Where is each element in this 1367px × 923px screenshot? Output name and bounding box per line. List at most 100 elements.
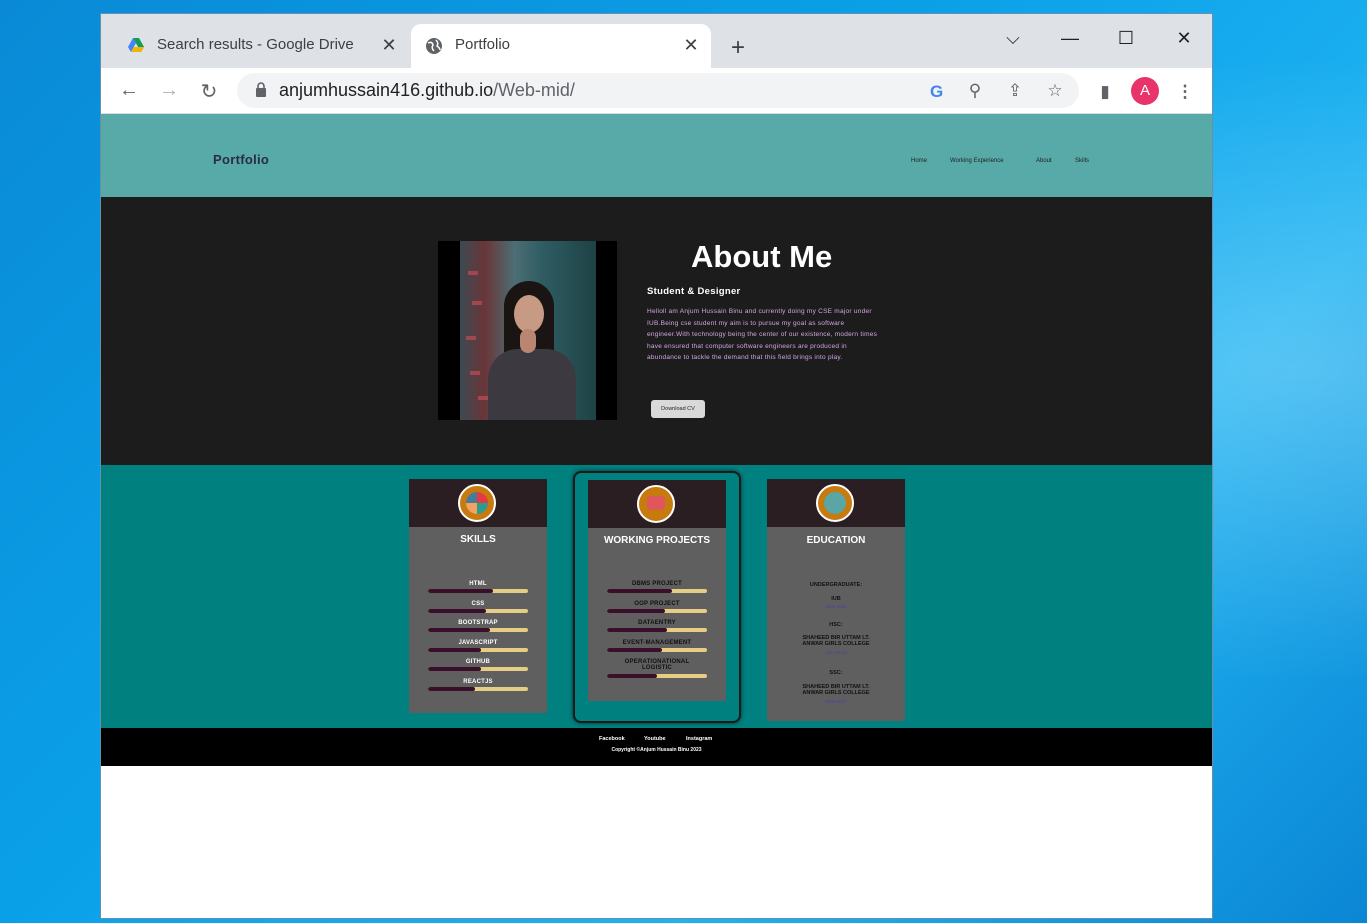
- profile-photo: [438, 241, 617, 420]
- edu-undergrad-label: UNDERGRADUATE:: [809, 582, 863, 588]
- edu-ssc-school: SHAHEED BIR UTTAM LT. ANWAR GIRLS COLLEG…: [802, 684, 870, 696]
- close-tab-icon[interactable]: ✕: [681, 35, 701, 56]
- briefcase-icon: [637, 485, 675, 523]
- project-label: OOP PROJECT: [634, 600, 680, 607]
- skill-progress-bar: [428, 628, 528, 632]
- url-text: anjumhussain416.github.io/Web-mid/: [279, 80, 575, 100]
- project-progress-bar: [607, 628, 707, 632]
- back-arrow-icon[interactable]: ←: [117, 79, 141, 102]
- zoom-out-icon[interactable]: ⚲: [963, 79, 987, 103]
- edu-undergrad-school: IUB: [831, 596, 841, 602]
- site-logo[interactable]: Portfolio: [213, 152, 269, 167]
- nav-skills[interactable]: Skills: [1075, 158, 1089, 164]
- skill-progress-fill: [428, 686, 475, 691]
- project-progress-fill: [607, 647, 662, 652]
- project-label: DATAENTRY: [638, 620, 676, 626]
- nav-working-experience[interactable]: Working Experience: [950, 158, 1004, 164]
- about-subtitle: Student & Designer: [647, 286, 741, 297]
- footer-link-instagram[interactable]: Instagram: [686, 736, 712, 742]
- google-drive-icon: [128, 38, 144, 52]
- profile-avatar[interactable]: A: [1131, 77, 1159, 105]
- edu-undergrad-years: 2020-2024: [825, 604, 847, 609]
- projects-title: WORKING PROJECTS: [603, 535, 711, 546]
- skill-progress-fill: [428, 628, 490, 632]
- tab-portfolio[interactable]: Portfolio ✕: [411, 24, 711, 68]
- skill-progress-bar: [428, 589, 528, 593]
- skills-title: SKILLS: [460, 534, 496, 545]
- project-progress-fill: [607, 608, 665, 613]
- project-label: EVENT-MANAGEMENT: [622, 639, 692, 646]
- share-icon[interactable]: ⇪: [1003, 79, 1027, 103]
- svg-text:G: G: [930, 82, 943, 101]
- project-progress-bar: [607, 589, 707, 593]
- skill-progress-bar: [428, 647, 528, 652]
- minimize-icon[interactable]: —: [1055, 28, 1085, 52]
- education-title: EDUCATION: [806, 535, 866, 546]
- project-label: OPERATIONATIONAL LOGISTIC: [624, 659, 690, 671]
- projects-card: WORKING PROJECTS DBMS PROJECT OOP PROJECT…: [588, 480, 726, 701]
- close-window-icon[interactable]: ✕: [1169, 28, 1199, 52]
- skill-label: JAVASCRIPT: [458, 639, 498, 646]
- reload-icon[interactable]: ↻: [197, 79, 221, 104]
- skill-label: GITHUB: [465, 659, 491, 665]
- skill-progress-fill: [428, 589, 493, 593]
- project-progress-bar: [607, 674, 707, 678]
- project-progress-bar: [607, 647, 707, 652]
- edu-hsc-label: HSC:: [829, 622, 843, 628]
- skill-label: HTML: [469, 581, 487, 587]
- close-tab-icon[interactable]: ✕: [379, 35, 399, 56]
- skills-icon: [458, 484, 496, 522]
- lock-icon: [256, 82, 266, 97]
- project-progress-fill: [607, 674, 657, 678]
- address-bar[interactable]: anjumhussain416.github.io/Web-mid/ G ⚲ ⇪…: [237, 73, 1079, 108]
- browser-window: Search results - Google Drive ✕ Portfoli…: [100, 13, 1213, 919]
- skill-progress-bar: [428, 608, 528, 613]
- skill-progress-fill: [428, 608, 486, 613]
- edu-ssc-label: SSC:: [829, 670, 843, 676]
- browser-menu-icon[interactable]: ⋮: [1173, 80, 1197, 104]
- about-description: Helloll am Anjum Hussain Binu and curren…: [647, 308, 878, 362]
- maximize-icon[interactable]: ☐: [1111, 28, 1141, 52]
- skill-progress-bar: [428, 686, 528, 691]
- skills-card: SKILLS HTML CSS BOOTSTRAP JAVASCRIPT GITHUB R…: [409, 479, 547, 713]
- globe-icon: [426, 38, 442, 54]
- project-progress-fill: [607, 589, 672, 593]
- tab-title: Search results - Google Drive: [157, 36, 354, 53]
- download-cv-button[interactable]: Download CV: [651, 400, 705, 418]
- education-card: EDUCATION UNDERGRADUATE: IUB 2020-2024 H…: [767, 479, 905, 721]
- google-lens-icon[interactable]: G: [925, 79, 949, 103]
- project-label: DBMS PROJECT: [631, 581, 683, 587]
- forward-arrow-icon[interactable]: →: [157, 79, 181, 102]
- bookmark-star-icon[interactable]: ☆: [1043, 79, 1067, 103]
- tab-search-chevron-icon[interactable]: ⌵: [998, 28, 1028, 52]
- about-section: About Me Student & Designer Helloll am A…: [101, 197, 1212, 465]
- project-progress-bar: [607, 608, 707, 613]
- side-panel-icon[interactable]: ▮: [1093, 80, 1117, 104]
- tab-bar: Search results - Google Drive ✕ Portfoli…: [101, 14, 1212, 68]
- skill-progress-bar: [428, 667, 528, 671]
- footer-copyright: Copyright ©Anjum Hussain Binu 2023: [611, 747, 702, 753]
- skill-progress-fill: [428, 667, 481, 671]
- tab-google-drive[interactable]: Search results - Google Drive ✕: [113, 24, 409, 68]
- skill-label: REACTJS: [463, 678, 493, 685]
- skill-label: BOOTSTRAP: [458, 620, 498, 626]
- nav-about[interactable]: About: [1036, 158, 1052, 164]
- site-footer: Facebook Youtube Instagram Copyright ©An…: [101, 728, 1212, 766]
- project-progress-fill: [607, 628, 667, 632]
- footer-link-youtube[interactable]: Youtube: [644, 736, 666, 742]
- page-viewport: Portfolio Home Working Experience About …: [101, 114, 1212, 918]
- tab-title: Portfolio: [455, 36, 511, 53]
- graduation-cap-icon: [816, 484, 854, 522]
- nav-home[interactable]: Home: [911, 158, 927, 164]
- edu-hsc-years: 2017-2019: [825, 650, 847, 655]
- about-title: About Me: [691, 239, 833, 274]
- new-tab-button[interactable]: +: [725, 34, 751, 62]
- edu-ssc-years: 2005-2017: [825, 699, 847, 704]
- site-header: Portfolio Home Working Experience About …: [101, 114, 1212, 197]
- skill-label: CSS: [471, 600, 485, 607]
- skill-progress-fill: [428, 647, 481, 652]
- footer-link-facebook[interactable]: Facebook: [599, 736, 625, 742]
- cards-section: SKILLS HTML CSS BOOTSTRAP JAVASCRIPT GITHUB R…: [101, 465, 1212, 728]
- browser-toolbar: ← → ↻ anjumhussain416.github.io/Web-mid/…: [101, 68, 1212, 114]
- edu-hsc-school: SHAHEED BIR UTTAM LT. ANWAR GIRLS COLLEG…: [802, 635, 870, 647]
